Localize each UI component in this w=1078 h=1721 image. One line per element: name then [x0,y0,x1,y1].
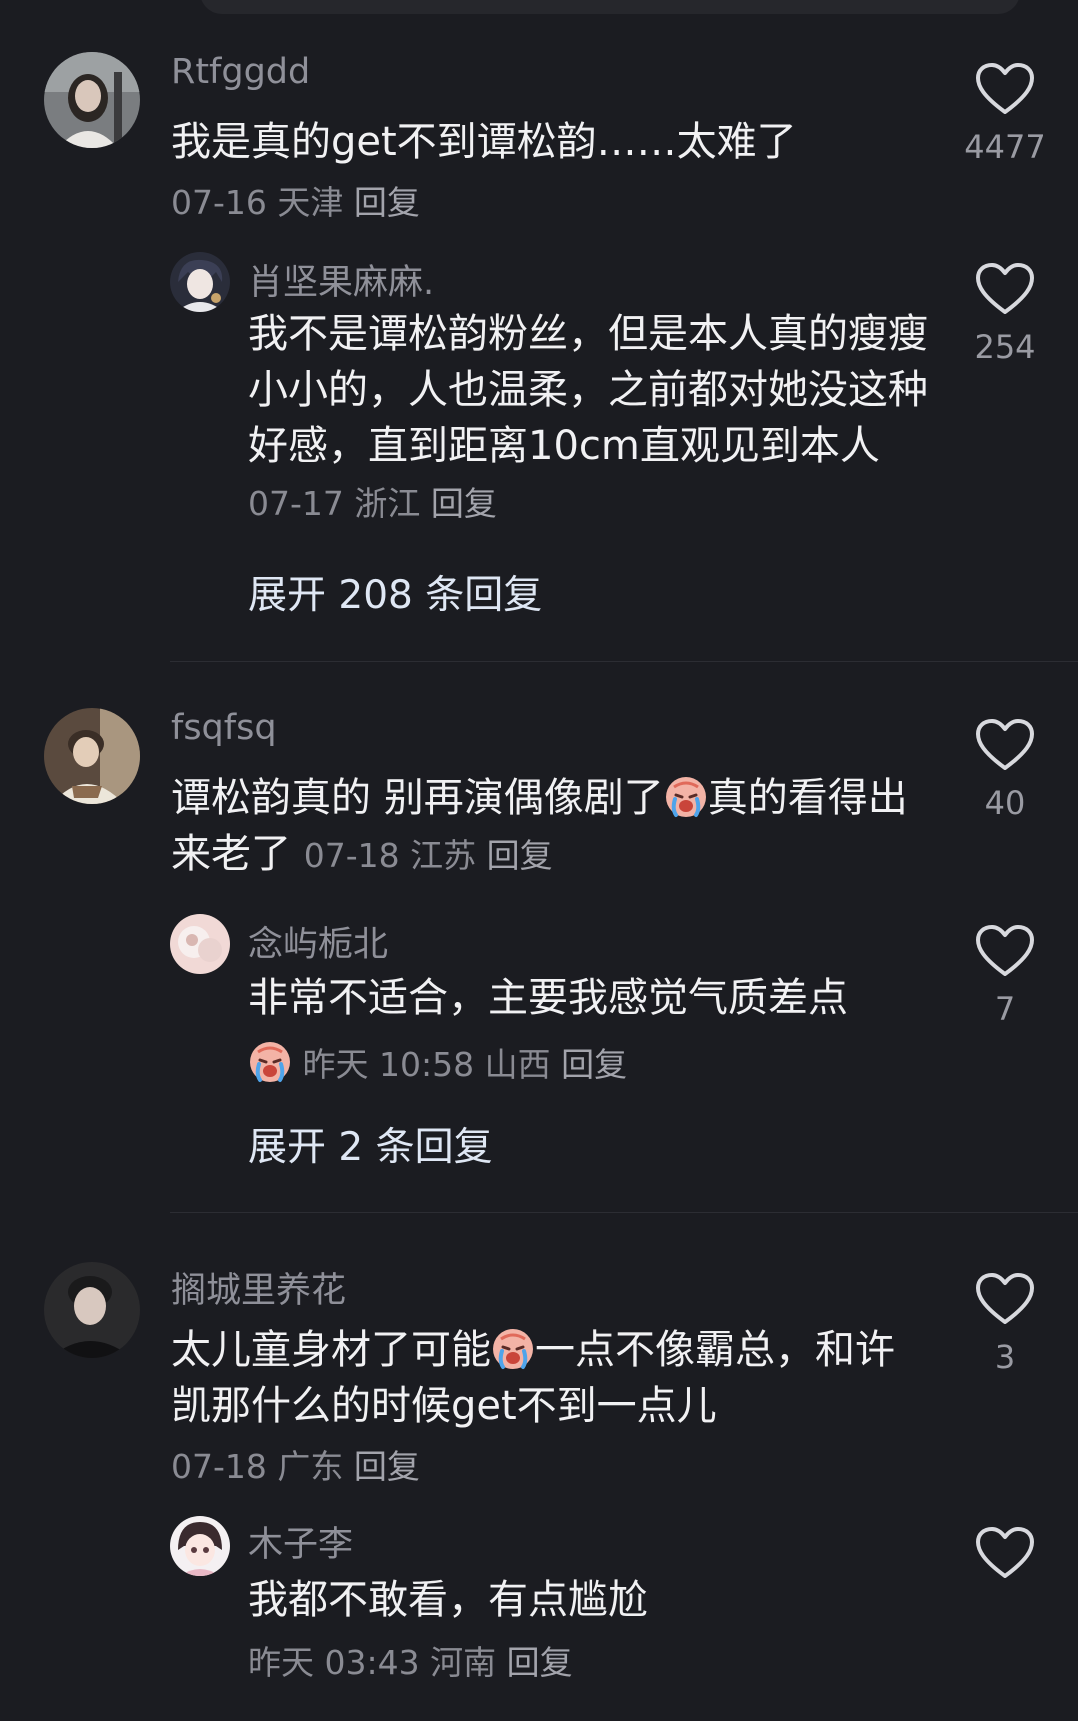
like-button[interactable] [975,62,1035,116]
reply-date-location: 昨天 10:58 山西 [302,1045,551,1084]
boy-portrait-avatar [44,708,140,804]
like-button[interactable] [975,262,1035,316]
crying-face-emoji [248,1040,292,1084]
heart-outline-icon [976,63,1034,114]
heart-outline-icon [976,263,1034,314]
heart-outline-icon [976,719,1034,770]
avatar[interactable] [44,52,140,148]
reply-text: 我不是谭松韵粉丝，但是本人真的瘦瘦小小的，人也温柔，之前都对她没这种好感，直到距… [248,311,928,523]
reply-date-location: 07-17 浙江 [248,484,421,523]
reply-button[interactable]: 回复 [561,1045,627,1084]
comment-username[interactable]: 搁城里养花 [171,1262,346,1313]
divider [170,1212,1078,1213]
like-count: 7 [994,990,1016,1028]
reply-username[interactable]: 念屿栀北 [248,916,388,967]
like-button[interactable] [975,1272,1035,1326]
anime-boy-avatar [170,252,230,312]
heart-outline-icon [976,1527,1034,1578]
divider [170,661,1078,662]
reply-meta: 昨天 10:58 山西 回复 [248,1038,627,1086]
flower-avatar [170,914,230,974]
expand-replies-button[interactable]: 展开 2 条回复 [248,1116,493,1172]
avatar[interactable] [170,1516,230,1576]
cartoon-girl-avatar [170,1516,230,1576]
like-count: 254 [974,328,1036,366]
comment-text: 谭松韵真的 别再演偶像剧了 真的看得出来老了 07-18 江苏 回复 [171,775,908,877]
comment-meta: 07-18 广东 回复 [171,1440,420,1488]
comment-username[interactable]: Rtfggdd [171,52,310,92]
dark-boy-avatar [44,1262,140,1358]
comment-meta: 07-16 天津 回复 [171,176,420,224]
comment-date-location: 07-18 江苏 [303,836,477,875]
reply-text: 非常不适合，主要我感觉气质差点 [248,975,848,1021]
expand-replies-button[interactable]: 展开 208 条回复 [248,564,542,620]
avatar[interactable] [44,1262,140,1358]
comment-meta: 07-18 江苏 回复 [304,836,553,875]
reply-meta: 07-17 浙江 回复 [248,484,497,523]
like-count: 40 [984,784,1026,822]
avatar[interactable] [170,252,230,312]
avatar[interactable] [44,708,140,804]
like-button[interactable] [975,1526,1035,1580]
heart-outline-icon [976,925,1034,976]
like-button[interactable] [975,924,1035,978]
avatar[interactable] [170,914,230,974]
reply-button[interactable]: 回复 [431,484,497,523]
reply-username[interactable]: 肖坚果麻麻. [248,254,434,305]
reply-username[interactable]: 木子李 [248,1516,353,1567]
heart-outline-icon [976,1273,1034,1324]
reply-meta: 昨天 03:43 河南 回复 [248,1636,573,1684]
reply-button[interactable]: 回复 [354,1447,420,1486]
girl-portrait-avatar [44,52,140,148]
top-input-bar[interactable] [200,0,1020,14]
comment-date-location: 07-18 广东 [171,1447,344,1486]
reply-button[interactable]: 回复 [354,183,420,222]
comment-username[interactable]: fsqfsq [171,708,277,748]
reply-button[interactable]: 回复 [507,1643,573,1682]
comment-text: 我是真的get不到谭松韵……太难了 [171,119,797,165]
comment-date-location: 07-16 天津 [171,183,344,222]
comment-text: 太儿童身材了可能 一点不像霸总，和许凯那什么的时候get不到一点儿 [171,1327,895,1429]
crying-face-emoji [491,1327,535,1371]
reply-text: 我都不敢看，有点尴尬 [248,1577,648,1623]
reply-date-location: 昨天 03:43 河南 [248,1643,497,1682]
like-button[interactable] [975,718,1035,772]
reply-button[interactable]: 回复 [487,836,553,875]
like-count: 4477 [964,128,1046,166]
like-count: 3 [994,1338,1016,1376]
crying-face-emoji [664,775,708,819]
